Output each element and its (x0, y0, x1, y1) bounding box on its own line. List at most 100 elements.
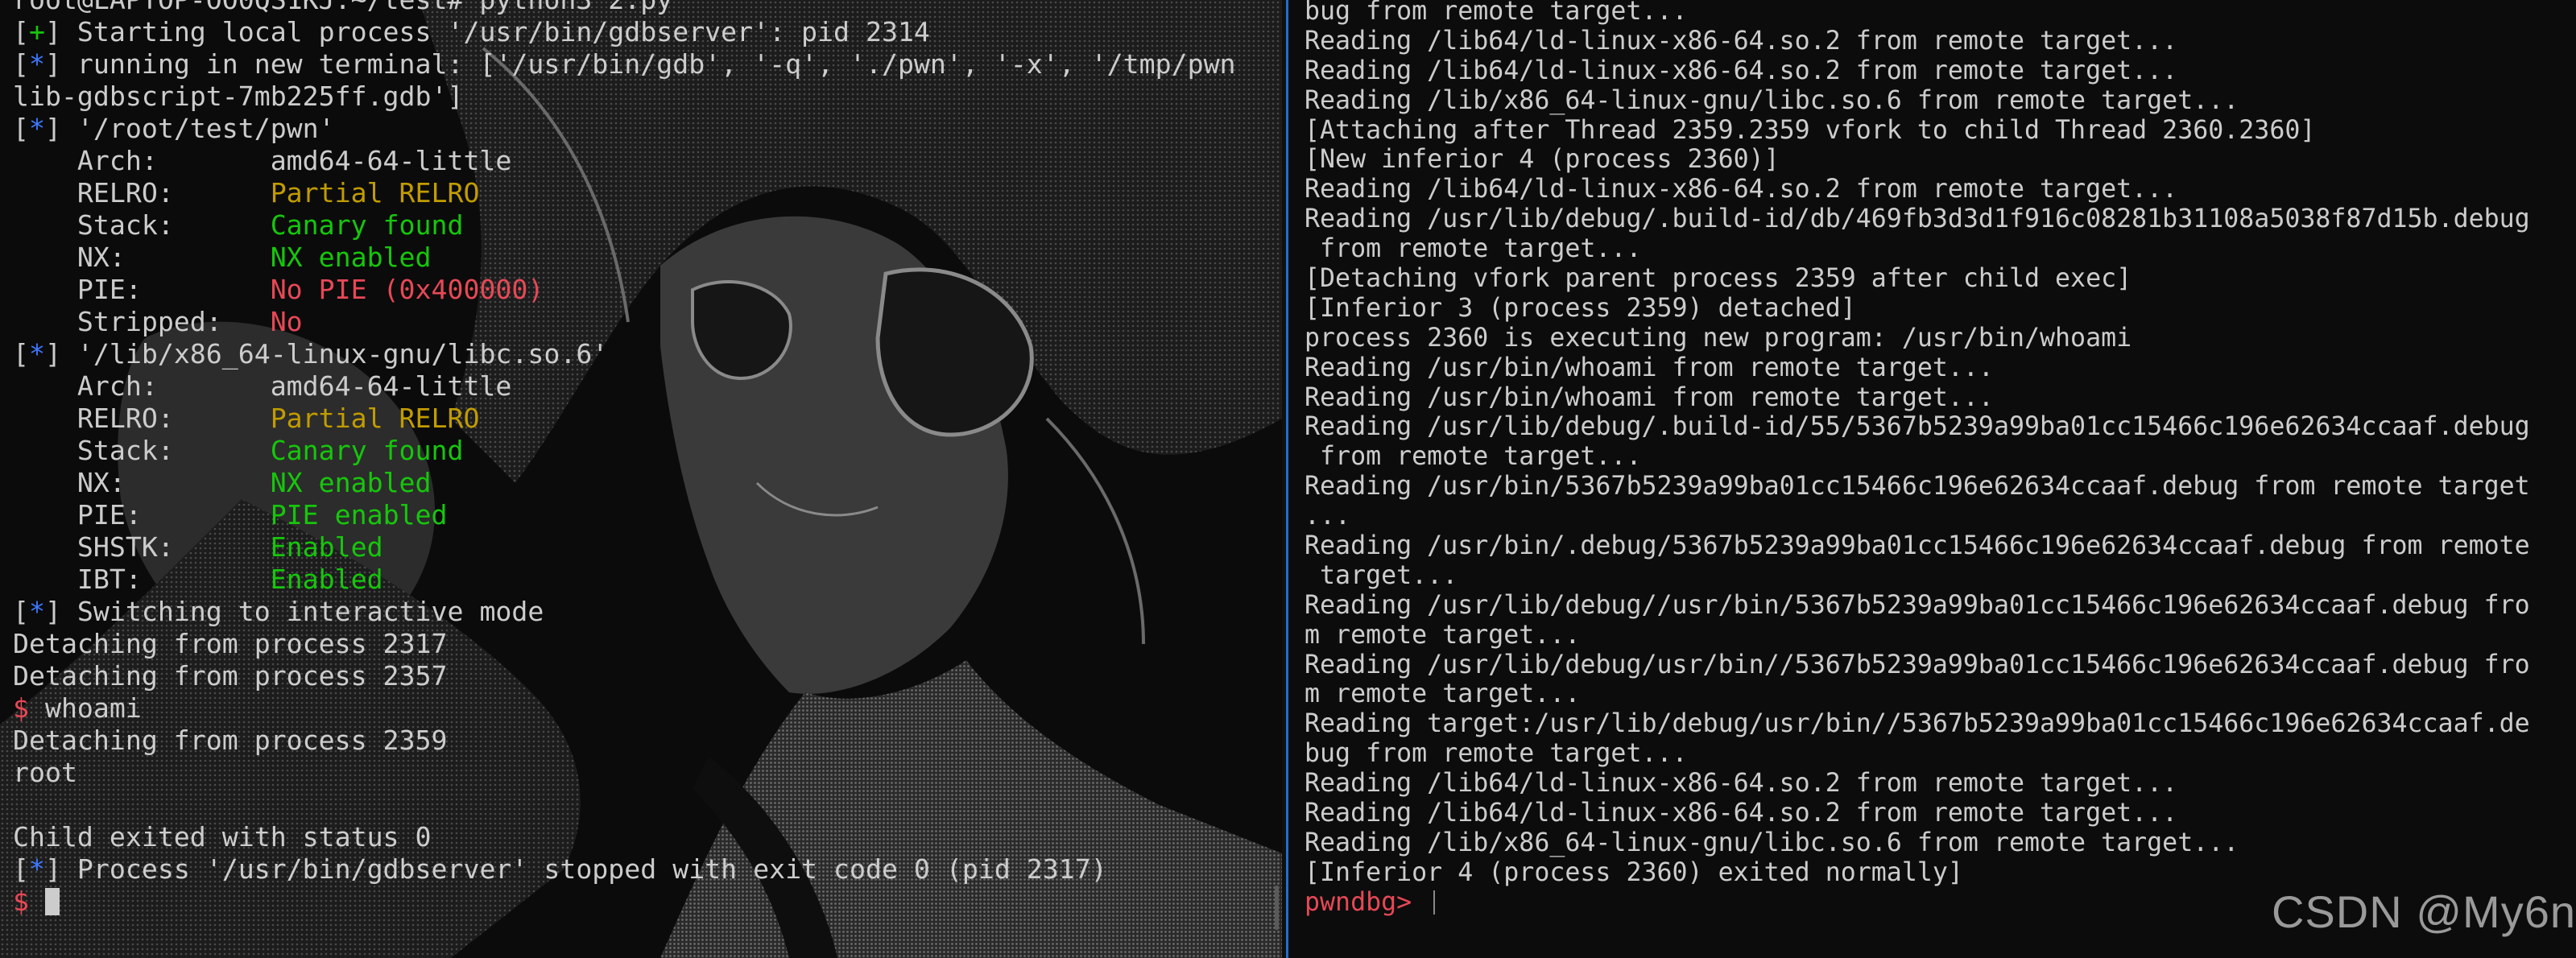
terminal-text-segment: IBT: (13, 564, 271, 595)
terminal-text-segment: Canary found (270, 435, 464, 466)
left-terminal-line: root@LAPTOP-OO0QS1KJ:~/test# python3 2.p… (13, 0, 1236, 16)
terminal-text-segment: Enabled (270, 564, 383, 595)
right-terminal-line: Reading /lib64/ld-linux-x86-64.so.2 from… (1305, 26, 2178, 56)
right-terminal-line: Reading /lib64/ld-linux-x86-64.so.2 from… (1305, 799, 2178, 828)
right-terminal-line: bug from remote target... (1305, 739, 1688, 769)
right-terminal-line: Reading /lib64/ld-linux-x86-64.so.2 from… (1305, 56, 2178, 85)
right-terminal-line: Reading target:/usr/lib/debug/usr/bin//5… (1305, 709, 2530, 739)
terminal-cursor (44, 888, 60, 915)
right-terminal-line: m remote target... (1305, 620, 1581, 650)
terminal-text-segment: RELRO: (13, 177, 271, 209)
terminal-text-segment: NX enabled (270, 242, 432, 273)
right-terminal-line: Reading /usr/bin/whoami from remote targ… (1305, 353, 1994, 382)
terminal-text-segment: * (28, 338, 45, 370)
terminal-text-segment: Detaching from process 2359 (13, 725, 448, 756)
left-terminal-line: Arch: amd64-64-little (13, 370, 1236, 403)
terminal-text-segment: * (28, 596, 45, 627)
left-terminal-line: RELRO: Partial RELRO (13, 177, 1236, 209)
left-terminal-line: NX: NX enabled (13, 467, 1236, 499)
right-terminal-line: Reading /usr/bin/.debug/5367b5239a99ba01… (1305, 531, 2530, 561)
right-terminal-line: Reading /usr/lib/debug/.build-id/55/5367… (1305, 412, 2530, 442)
terminal-text-segment: * (28, 853, 45, 885)
terminal-text-segment: root (13, 757, 77, 788)
terminal-text-segment: No (270, 306, 303, 337)
terminal-text-segment: Partial RELRO (270, 403, 480, 434)
left-terminal-line (13, 789, 1236, 821)
left-terminal-line: Stack: Canary found (13, 209, 1236, 242)
left-terminal-line: PIE: No PIE (0x400000) (13, 274, 1236, 306)
pwndbg-prompt: pwndbg> (1305, 887, 1428, 917)
left-terminal-line: [*] running in new terminal: ['/usr/bin/… (13, 48, 1236, 81)
right-terminal-line: Reading /usr/lib/debug//usr/bin/5367b523… (1305, 590, 2530, 620)
terminal-text-segment: Partial RELRO (270, 177, 480, 209)
left-terminal-line: NX: NX enabled (13, 242, 1236, 274)
terminal-text-segment: root@LAPTOP-OO0QS1KJ:~/test# python3 2.p… (13, 0, 672, 15)
terminal-text-segment: Arch: amd64-64-little (13, 145, 512, 176)
right-terminal-line: Reading /lib64/ld-linux-x86-64.so.2 from… (1305, 769, 2178, 799)
terminal-text-segment: $ (13, 692, 45, 724)
terminal-text-segment: ] Starting local process '/usr/bin/gdbse… (44, 16, 930, 47)
right-terminal-line: [Inferior 3 (process 2359) detached] (1305, 293, 1856, 323)
left-terminal-line: Detaching from process 2359 (13, 725, 1236, 757)
terminal-text-segment: PIE: (13, 499, 271, 531)
left-terminal-line: [*] '/lib/x86_64-linux-gnu/libc.so.6' (13, 338, 1236, 370)
terminal-text-segment: [ (13, 16, 29, 47)
right-terminal-line: [Attaching after Thread 2359.2359 vfork … (1305, 115, 2316, 145)
terminal-text-segment: [ (13, 596, 29, 627)
right-terminal-line: Reading /lib/x86_64-linux-gnu/libc.so.6 … (1305, 828, 2239, 857)
right-terminal-line: from remote target... (1305, 442, 1642, 472)
terminal-text-segment: PIE enabled (270, 499, 448, 531)
terminal-text-segment: * (28, 113, 45, 144)
right-terminal-line: Reading /usr/bin/whoami from remote targ… (1305, 382, 1994, 412)
terminal-text-segment: [ (13, 853, 29, 885)
terminal-text-segment: SHSTK: (13, 531, 271, 563)
right-terminal-line: from remote target... (1305, 234, 1642, 264)
left-terminal-line: IBT: Enabled (13, 564, 1236, 596)
csdn-watermark: CSDN @My6n (2271, 886, 2576, 937)
left-scrollbar-thumb[interactable] (1275, 886, 1279, 930)
right-terminal-line: Reading /usr/lib/debug/.build-id/db/469f… (1305, 204, 2530, 234)
left-terminal-line: [*] '/root/test/pwn' (13, 113, 1236, 145)
left-terminal-line: root (13, 757, 1236, 789)
terminal-text-segment: Arch: amd64-64-little (13, 370, 512, 402)
left-terminal-output: root@LAPTOP-OO0QS1KJ:~/test# python3 2.p… (13, 0, 1236, 918)
left-terminal-line: Detaching from process 2357 (13, 660, 1236, 692)
terminal-text-segment: [ (13, 48, 29, 80)
right-terminal-line: process 2360 is executing new program: /… (1305, 323, 2132, 353)
terminal-text-segment: Detaching from process 2317 (13, 628, 448, 659)
left-terminal-line: Stripped: No (13, 306, 1236, 338)
left-terminal-line: Child exited with status 0 (13, 821, 1236, 853)
terminal-text-segment: NX: (13, 467, 271, 498)
terminal-text-segment: [ (13, 338, 29, 370)
left-terminal-line: [+] Starting local process '/usr/bin/gdb… (13, 16, 1236, 48)
terminal-text-segment: Enabled (270, 531, 383, 563)
terminal-text-segment: ] running in new terminal: ['/usr/bin/gd… (44, 48, 1236, 80)
right-terminal-line: Reading /lib64/ld-linux-x86-64.so.2 from… (1305, 175, 2178, 204)
left-terminal-line: [*] Process '/usr/bin/gdbserver' stopped… (13, 853, 1236, 886)
right-terminal-line: target... (1305, 560, 1458, 590)
terminal-text-segment: Stack: (13, 435, 271, 466)
terminal-text-segment: ] Process '/usr/bin/gdbserver' stopped w… (44, 853, 1107, 885)
terminal-text-segment: Stack: (13, 209, 271, 241)
terminal-text-segment: Child exited with status 0 (13, 821, 432, 853)
right-terminal-line: [New inferior 4 (process 2360)] (1305, 145, 1780, 175)
terminal-text-segment: Stripped: (13, 306, 271, 337)
left-terminal-line: Arch: amd64-64-little (13, 145, 1236, 177)
terminal-text-segment: [ (13, 113, 29, 144)
left-terminal-line: PIE: PIE enabled (13, 499, 1236, 531)
terminal-text-segment: RELRO: (13, 403, 271, 434)
shell-prompt: $ (13, 886, 45, 917)
terminal-text-segment: PIE: (13, 274, 271, 305)
terminal-text-segment: Canary found (270, 209, 464, 241)
left-terminal-line: $ whoami (13, 692, 1236, 725)
terminal-text-segment: whoami (44, 692, 142, 724)
terminal-text-segment: + (28, 16, 45, 47)
right-terminal-line: m remote target... (1305, 679, 1581, 709)
terminal-text-segment: Detaching from process 2357 (13, 660, 448, 692)
pane-divider[interactable] (1282, 0, 1288, 958)
right-terminal-line: ... (1305, 502, 1351, 531)
right-terminal-line: bug from remote target... (1305, 0, 1688, 26)
right-terminal-line: Reading /usr/lib/debug/usr/bin//5367b523… (1305, 650, 2530, 679)
left-terminal-prompt-line[interactable]: $ (13, 886, 1236, 918)
terminal-text-segment: No PIE (0x400000) (270, 274, 544, 305)
